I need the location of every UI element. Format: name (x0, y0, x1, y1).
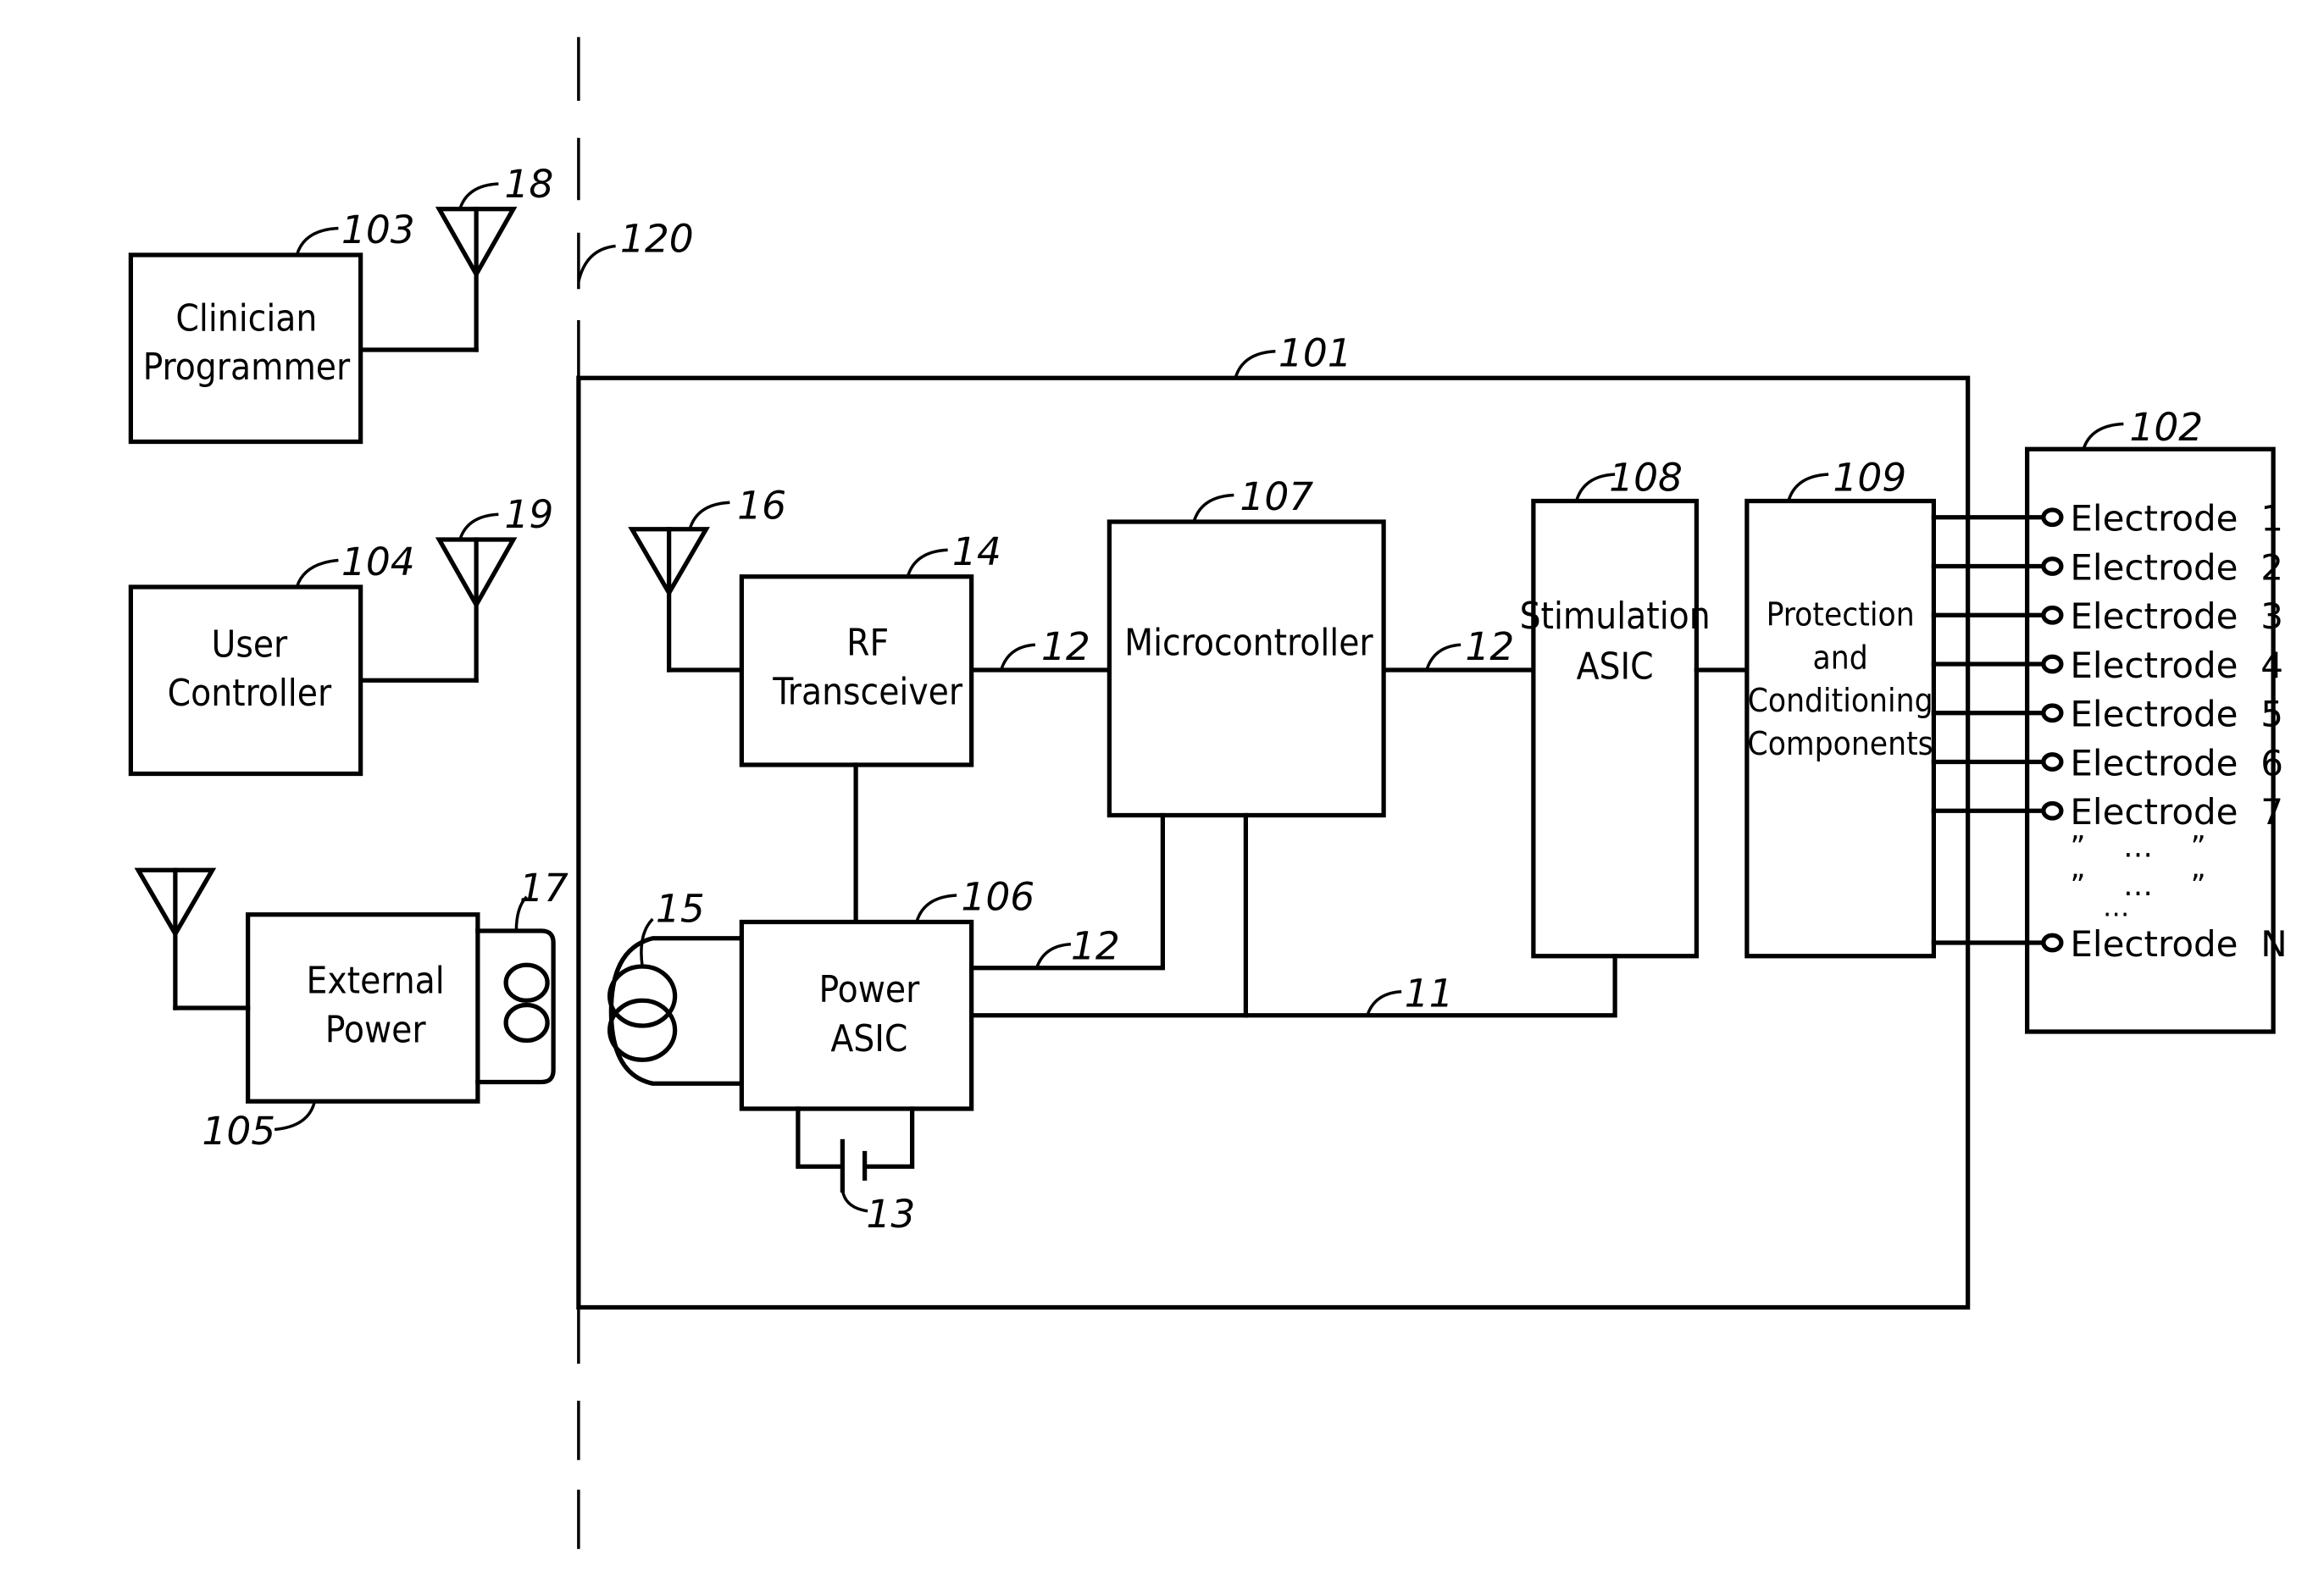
ref-103: 103 (341, 208, 415, 252)
leader-102 (2082, 422, 2124, 450)
external-power-block: External Power (245, 912, 480, 1104)
ref-16: 16 (737, 484, 786, 529)
rf-transceiver-label-1: RF (846, 622, 889, 665)
ref-106: 106 (961, 875, 1034, 920)
user-controller-block: User Controller (128, 584, 363, 777)
electrode-label-5: Electrode 5 (2070, 694, 2283, 735)
leader-14 (906, 548, 948, 578)
stimulation-asic-label-1: Stimulation (1520, 595, 1711, 638)
ref-14: 14 (952, 529, 1001, 574)
leader-12-c (1034, 943, 1072, 969)
ref-17: 17 (519, 866, 569, 911)
stimulation-asic-block: Stimulation ASIC (1520, 498, 1711, 959)
ref-12-b: 12 (1465, 624, 1514, 669)
leader-103 (295, 226, 339, 256)
ref-18: 18 (504, 162, 553, 207)
electrode-label-4: Electrode 4 (2070, 645, 2283, 686)
protection-label-1: Protection (1767, 596, 1915, 634)
leader-18 (458, 182, 499, 210)
stimulation-asic-label-2: ASIC (1577, 645, 1654, 689)
ref-104: 104 (341, 540, 415, 584)
electrode-label-n: Electrode N (2070, 923, 2287, 965)
coil-17-icon (475, 928, 556, 1085)
electrode-terminal-icon (2041, 556, 2064, 576)
electrode-labels: Electrode 1 Electrode 2 Electrode 3 Elec… (2070, 498, 2287, 965)
leader-15 (640, 917, 654, 967)
ref-101: 101 (1278, 330, 1352, 375)
electrode-terminals (2041, 507, 2064, 953)
electrode-label-6: Electrode 6 (2070, 742, 2283, 783)
leader-107 (1192, 493, 1234, 523)
electrode-label-7: Electrode 7 (2070, 791, 2283, 833)
electrode-terminal-icon (2041, 800, 2064, 821)
leader-16 (688, 501, 730, 530)
power-asic-label-2: ASIC (830, 1017, 907, 1060)
leader-19 (458, 512, 499, 540)
electrode-terminal-icon (2041, 605, 2064, 625)
ref-11: 11 (1405, 971, 1454, 1016)
ref-102: 102 (2129, 405, 2203, 450)
leader-12-a (999, 643, 1036, 671)
ref-105: 105 (202, 1109, 275, 1154)
leader-101 (1234, 350, 1276, 379)
ref-107: 107 (1240, 474, 1313, 519)
ref-108: 108 (1609, 455, 1683, 500)
leader-105 (274, 1100, 317, 1132)
electrode-terminal-icon (2041, 703, 2064, 723)
leader-109 (1787, 473, 1829, 502)
leader-12-b (1425, 643, 1462, 671)
coil-15-icon (607, 936, 744, 1086)
ref-19: 19 (504, 492, 553, 537)
electrode-ellipsis-dots: … (2103, 893, 2130, 923)
power-bus (969, 954, 1617, 1018)
ref-12-c: 12 (1071, 923, 1120, 968)
leader-120 (577, 244, 616, 282)
electrode-ellipsis-row-1: ” … ” (2070, 831, 2205, 865)
leader-106 (915, 894, 957, 923)
user-controller-label-2: Controller (168, 672, 332, 715)
antenna-external-power-icon (134, 867, 251, 1010)
electrode-terminal-icon (2041, 933, 2064, 953)
clinician-programmer-label-2: Programmer (143, 346, 351, 389)
microcontroller-block: Microcontroller (1107, 519, 1386, 818)
block-diagram: 120 Clinician Programmer 103 18 User Con… (128, 36, 2288, 1549)
electrode-label-2: Electrode 2 (2070, 546, 2283, 588)
ref-15: 15 (656, 887, 705, 932)
antenna-16-icon (628, 527, 744, 673)
protection-label-2: and (1813, 639, 1868, 677)
rf-transceiver-label-2: Transceiver (772, 670, 963, 713)
protection-label-3: Conditioning (1748, 682, 1933, 720)
user-controller-label-1: User (212, 623, 289, 666)
microcontroller-label: Microcontroller (1124, 622, 1373, 665)
electrode-label-3: Electrode 3 (2070, 595, 2283, 637)
clinician-programmer-block: Clinician Programmer (128, 252, 363, 445)
protection-conditioning-block: Protection and Conditioning Components (1744, 498, 1936, 959)
electrode-label-1: Electrode 1 (2070, 498, 2283, 540)
rf-transceiver-block: RF Transceiver (739, 574, 974, 767)
electrode-terminal-icon (2041, 752, 2064, 772)
external-power-label-2: Power (325, 1008, 427, 1051)
electrode-ellipsis-row-2: ” … ” (2070, 869, 2205, 903)
electrode-terminal-icon (2041, 654, 2064, 674)
power-asic-label-1: Power (818, 968, 920, 1011)
electrode-terminal-icon (2041, 507, 2064, 528)
leader-13 (840, 1189, 868, 1213)
ref-120: 120 (620, 217, 694, 262)
clinician-programmer-label-1: Clinician (175, 296, 317, 340)
ref-13: 13 (866, 1192, 915, 1237)
protection-label-4: Components (1748, 725, 1933, 763)
leader-11 (1366, 990, 1402, 1016)
battery-13-icon (796, 1106, 915, 1193)
leader-104 (295, 558, 339, 588)
ref-12-a: 12 (1041, 624, 1090, 669)
external-power-label-1: External (307, 960, 445, 1003)
power-asic-block: Power ASIC (739, 919, 974, 1111)
ref-109: 109 (1833, 455, 1906, 500)
